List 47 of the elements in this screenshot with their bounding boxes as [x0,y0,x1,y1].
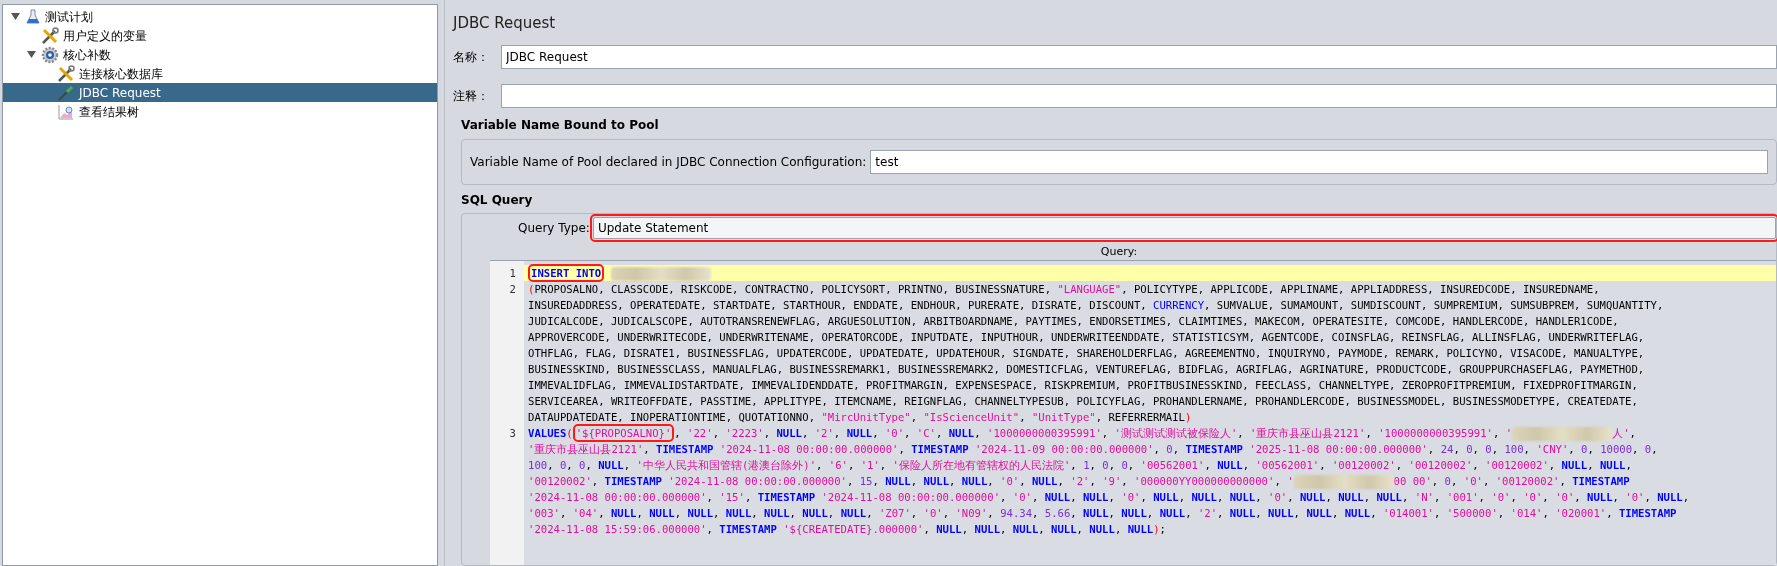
pool-label: Variable Name of Pool declared in JDBC Connection Configuration: [470,153,867,171]
panel-title: JDBC Request [453,13,557,34]
pool-field[interactable]: test [870,149,1768,174]
tools-icon [57,64,75,83]
tree-item[interactable]: 测试计划 [3,7,437,26]
chart-icon [57,102,75,121]
query-type-dropdown[interactable]: Update Statement [592,216,1776,239]
tree-item[interactable]: 连接核心数据库 [3,64,437,83]
code-line: 100, 0, 0, NULL, '中华人民共和国管辖(港澳台除外)', '6', '1', '保险人所在地有管辖权的人民法院', 1, 0, 0, '00562001', NULL, '00562001', '00120002', '00120002', '00120002', NULL, NULL, [527,457,1633,473]
line-number: 3 [509,425,516,441]
query-type-label: Query Type: [518,219,590,237]
code-line: JUDICALCODE, JUDICALSCOPE, AUTOTRANSRENEWFLAG, ARGUESOLUTION, ARBITBOARDNAME, PAYTIMES, ENDORSETIMES, CLAIMTIMES, MAKECOM, OPERATESITE, COMCODE, HANDLERCODE, HANDLER1CODE, [527,313,1620,329]
line-number: 2 [509,281,516,297]
code-line: (PROPOSALNO, CLASSCODE, RISKCODE, CONTRACTNO, POLICYSORT, PRINTNO, BUSINESSNATURE, "LANGUAGE", POLICYTYPE, APPLICODE, APPLINAME, APPLIADDRESS, INSUREDCODE, INSUREDNAME, [527,281,1601,297]
code-line: '00120002', TIMESTAMP '2024-11-08 00:00:00.000000', 15, NULL, NULL, NULL, '0', NULL, '2', '9', '000000YY000000000000', ' 00 00', 0, '0', '00120002', TIMESTAMP [527,473,1631,489]
code-line: VALUES( '${PROPOSALNO}' , '22', '2223', NULL, '2', NULL, '0', 'C', NULL, '1000000000395991', '测试测试测试被保险人', '重庆市县巫山县2121', '1000000000395991', ' 人', [524,424,1776,441]
flask-icon [25,8,41,25]
highlighted-code: '${PROPOSALNO}' [575,426,672,439]
comments-field[interactable] [501,83,1777,108]
name-label: 名称： [453,48,490,66]
gear-icon [41,45,59,64]
section-heading: Variable Name Bound to Pool [461,116,660,134]
code-line: '2024-11-08 00:00:00.000000', '15', TIMESTAMP '2024-11-08 00:00:00.000000', '0', NULL, NULL, '0', NULL, NULL, NULL, '0', NULL, NULL, NULL, 'N', '001', '0', '0', '0', NULL, '0', NULL, [527,489,1691,505]
expand-arrow-icon[interactable] [10,12,20,21]
code-line: BUSINESSKIND, BUSINESSCLASS, MANUALFLAG, BUSINESSREMARK1, BUSINESSREMARK2, DOMESTICFLAG, VENTUREFLAG, BIDFLAG, AGRIFLAG, AGRINATURE, PRODUCTCODE, GROUPPURCHASEFLAG, PAYMETHOD, [527,361,1646,377]
code-line: IMMEVALIDFLAG, IMMEVALIDSTARTDATE, IMMEVALIDENDDATE, PROFITMARGIN, EXPENSESPACE, RISKPREMIUM, PROFITBUSINESSKIND, FEECLASS, CHANNELTYPE, ZEROPROFITPREMIUM, FIXEDPROFITMARGIN, [527,377,1639,393]
code-line: SERVICEAREA, WRITEOFFDATE, PASSTIME, APPLITYPE, ITEMCNAME, REIGNFLAG, CHANNELTYPESUB, POLICYFLAG, PROHANDLERNAME, PROHANDLERCODE, BUSINESSMODEL, BUSINESSMODETYPE, CREATEDATE, [527,393,1639,409]
code-line: '003', '04', NULL, NULL, NULL, NULL, NULL, NULL, NULL, 'Z07', '0', 'N09', 94.34, 5.66, NULL, NULL, NULL, '2', NULL, NULL, NULL, NULL, '014001', '500000', '014', '020001', TIMESTAMP [527,505,1678,521]
highlighted-code: INSERT INTO [531,266,602,279]
code-line: APPROVERCODE, UNDERWRITECODE, UNDERWRITENAME, OPERATORCODE, INPUTDATE, INPUTHOUR, UNDERWRITEENDDATE, STATISTICSYM, AGENTCODE, COINSFLAG, REINSFLAG, ALLINSFLAG, UNDERWRITEFLAG, [527,329,1646,345]
code-line: DATAUPDATEDATE, INOPERATIONTIME, QUOTATIONNO, "MircUnitType", "IsScienceUnit", "UnitType", REFERRERMAIL) [527,409,1193,425]
pipette-icon [57,83,75,102]
code-line: '重庆市县巫山县2121', TIMESTAMP '2024-11-08 00:00:00.000000', TIMESTAMP '2024-11-09 00:00:00.000000', 0, TIMESTAMP '2025-11-08 00:00:00.000000', 24, 0, 0, 100, 'CNY', 0, 10000, 0, [527,441,1659,457]
name-field[interactable]: JDBC Request [501,44,1777,69]
tree-item[interactable]: 查看结果树 [3,102,437,121]
code-line: '2024-11-08 15:59:06.000000', TIMESTAMP '${CREATEDATE}.000000', NULL, NULL, NULL, NULL, NULL, NULL); [527,521,1167,537]
section-heading: SQL Query [461,191,534,209]
tools-icon [41,26,59,45]
comments-label: 注释： [453,87,490,105]
tree-item[interactable]: 用户定义的变量 [3,26,437,45]
code-line: OTHFLAG, FLAG, DISRATE1, BUSINESSFLAG, UPDATERCODE, UPDATEDATE, UPDATEHOUR, SIGNDATE, SHAREHOLDERFLAG, AGREEMENTNO, INQUIRYNO, PAYMODE, REMARK, POLICYNO, VISACODE, MANUALTYPE, [527,345,1646,361]
tree-item[interactable]: 核心补数 [3,45,437,64]
line-number: 1 [509,265,516,281]
code-line: INSUREDADDRESS, OPERATEDATE, STARTDATE, STARTHOUR, ENDDATE, ENDHOUR, PURERATE, DISRATE, DISCOUNT, CURRENCY, SUMVALUE, SUMAMOUNT, SUMDISCOUNT, SUMPREMIUM, SUMSUBPREM, SUMQUANTITY, [527,297,1665,313]
query-label: Query: [1099,243,1139,260]
expand-arrow-icon[interactable] [26,50,36,59]
tree-item[interactable]: JDBC Request [3,83,437,102]
